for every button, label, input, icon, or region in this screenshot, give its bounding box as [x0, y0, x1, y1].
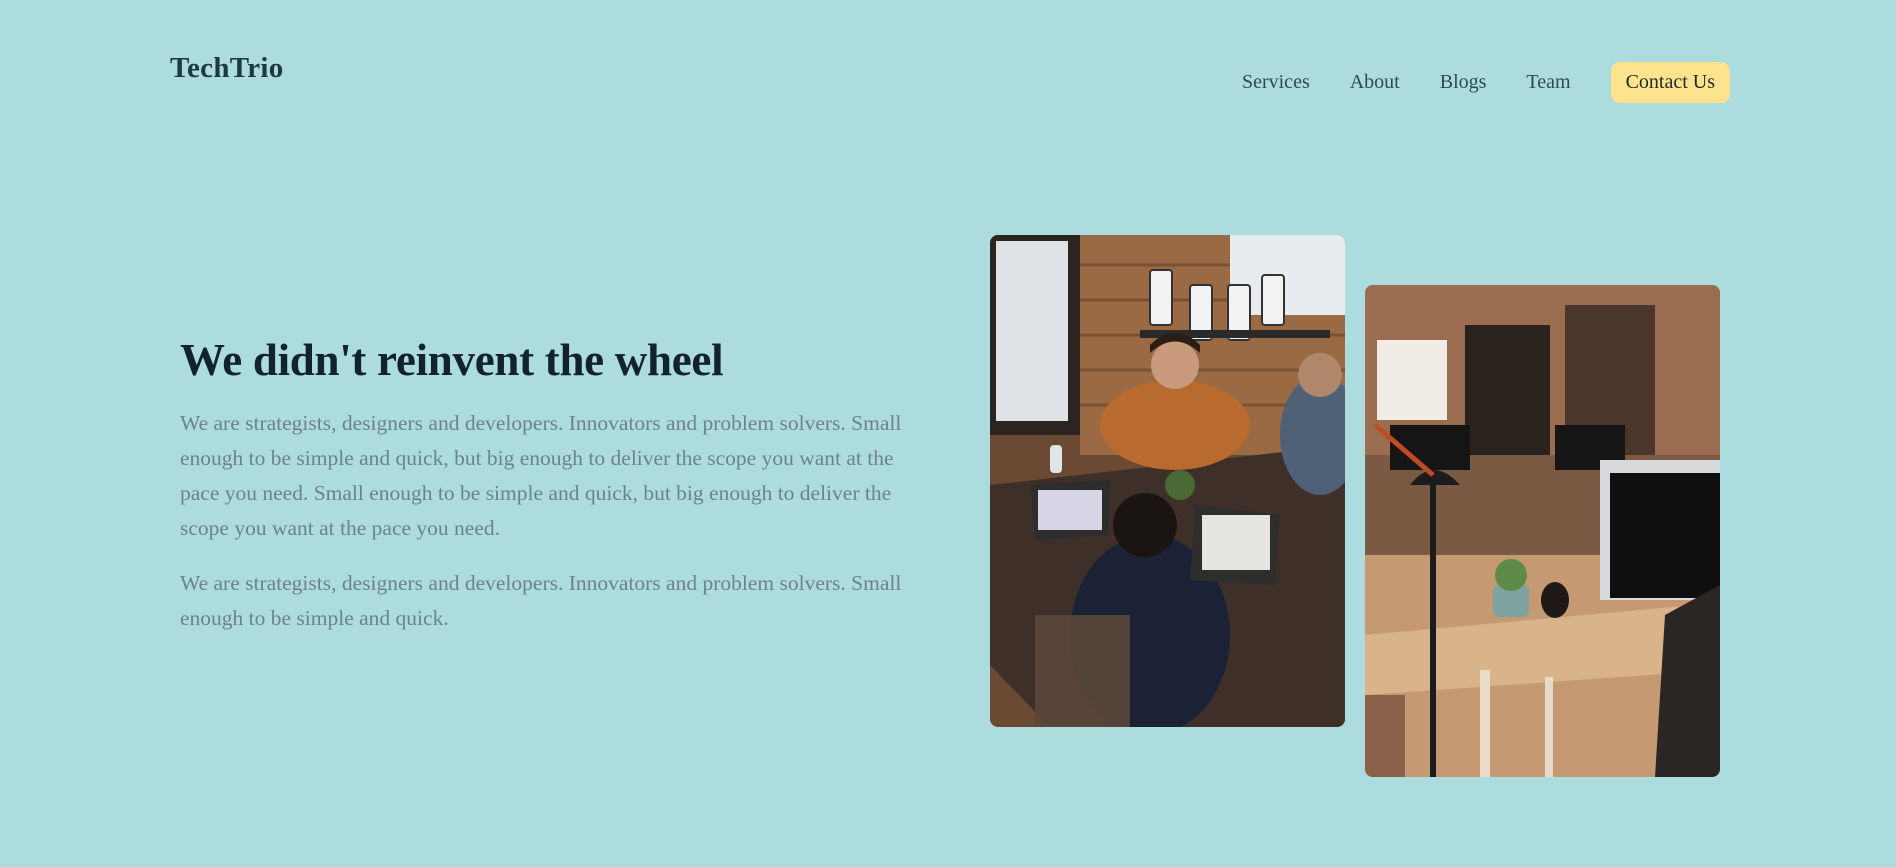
nav-link-team[interactable]: Team [1526, 71, 1570, 94]
hero-paragraph-2: We are strategists, designers and develo… [180, 571, 902, 630]
hero-paragraph-1: We are strategists, designers and develo… [180, 411, 902, 540]
nav-link-services[interactable]: Services [1242, 71, 1310, 94]
nav-link-about[interactable]: About [1350, 71, 1400, 94]
office-workspace-photo [1365, 285, 1720, 777]
brand-logo[interactable]: TechTrio [170, 52, 284, 85]
contact-us-button[interactable]: Contact Us [1610, 62, 1730, 103]
hero-section: We didn't reinvent the wheel We are stra… [180, 334, 920, 636]
team-meeting-photo [990, 235, 1345, 727]
main-nav: Services About Blogs Team Contact Us [1242, 62, 1730, 103]
hero-title: We didn't reinvent the wheel [180, 335, 724, 385]
nav-link-blogs[interactable]: Blogs [1440, 71, 1487, 94]
